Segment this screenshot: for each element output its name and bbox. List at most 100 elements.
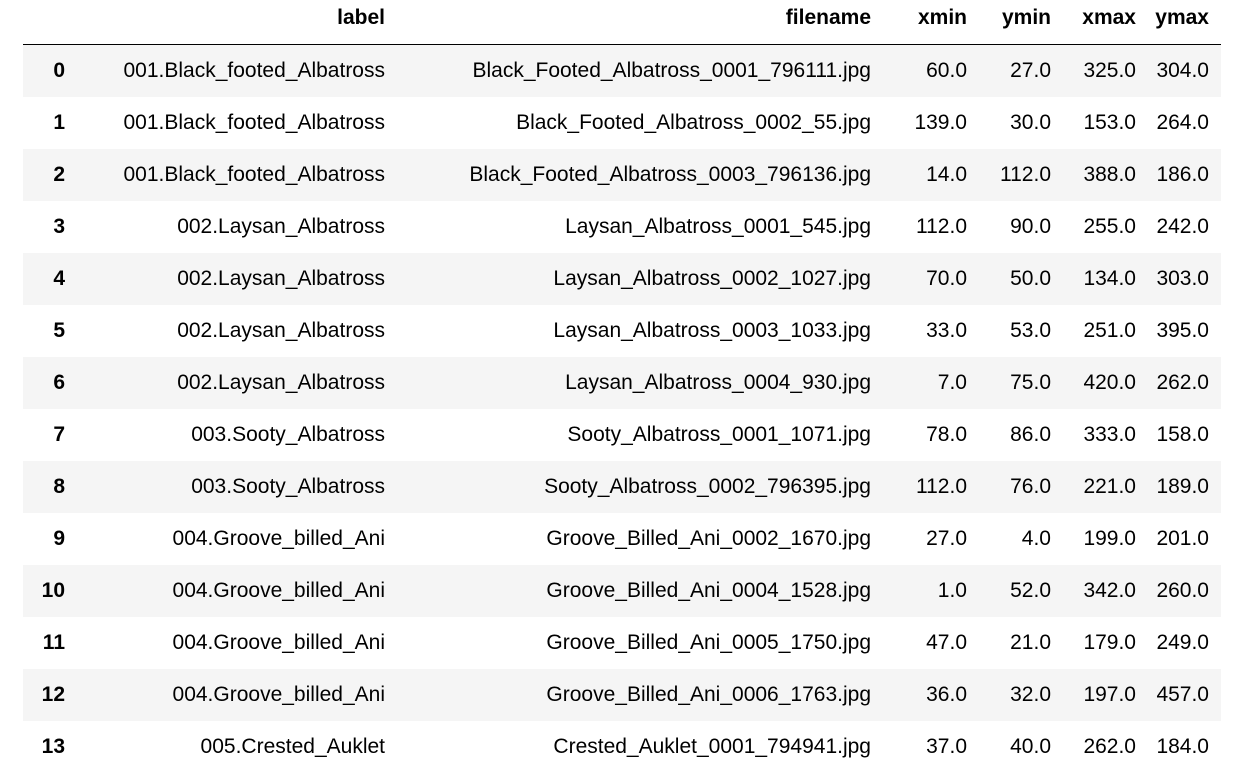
ymin-cell: 52.0: [979, 564, 1063, 617]
table-row: 11 004.Groove_billed_Ani Groove_Billed_Ani…: [23, 616, 1221, 669]
table-row: 2 001.Black_footed_Albatross Black_Footed_…: [23, 148, 1221, 201]
xmin-cell: 47.0: [883, 616, 979, 669]
dataframe-output: label filename xmin ymin xmax ymax 0 001.…: [23, 0, 1221, 773]
table-row: 4 002.Laysan_Albatross Laysan_Albatross_00…: [23, 252, 1221, 305]
filename-cell: Groove_Billed_Ani_0002_1670.jpg: [397, 512, 883, 565]
xmin-cell: 78.0: [883, 408, 979, 461]
xmax-cell: 179.0: [1063, 616, 1148, 669]
ymin-cell: 30.0: [979, 96, 1063, 149]
ymin-cell: 112.0: [979, 148, 1063, 201]
ymin-cell: 21.0: [979, 616, 1063, 669]
ymin-cell: 27.0: [979, 44, 1063, 97]
ymax-cell: 264.0: [1148, 96, 1221, 149]
label-cell: 005.Crested_Auklet: [75, 720, 397, 773]
table-row: 6 002.Laysan_Albatross Laysan_Albatross_00…: [23, 356, 1221, 409]
xmin-cell: 7.0: [883, 356, 979, 409]
filename-cell: Laysan_Albatross_0002_1027.jpg: [397, 252, 883, 305]
filename-cell: Crested_Auklet_0001_794941.jpg: [397, 720, 883, 773]
ymax-cell: 260.0: [1148, 564, 1221, 617]
filename-cell: Groove_Billed_Ani_0004_1528.jpg: [397, 564, 883, 617]
ymax-column-header: ymax: [1148, 0, 1221, 45]
xmin-cell: 33.0: [883, 304, 979, 357]
row-index: 3: [23, 200, 75, 253]
filename-cell: Laysan_Albatross_0004_930.jpg: [397, 356, 883, 409]
index-header: [23, 0, 75, 45]
row-index: 8: [23, 460, 75, 513]
xmax-cell: 251.0: [1063, 304, 1148, 357]
filename-cell: Black_Footed_Albatross_0002_55.jpg: [397, 96, 883, 149]
xmin-cell: 112.0: [883, 200, 979, 253]
label-cell: 002.Laysan_Albatross: [75, 356, 397, 409]
ymax-cell: 201.0: [1148, 512, 1221, 565]
xmax-cell: 420.0: [1063, 356, 1148, 409]
xmin-cell: 1.0: [883, 564, 979, 617]
label-cell: 001.Black_footed_Albatross: [75, 96, 397, 149]
filename-column-header: filename: [397, 0, 883, 45]
row-index: 12: [23, 668, 75, 721]
ymax-cell: 242.0: [1148, 200, 1221, 253]
xmax-cell: 342.0: [1063, 564, 1148, 617]
xmin-cell: 27.0: [883, 512, 979, 565]
ymax-cell: 189.0: [1148, 460, 1221, 513]
label-cell: 004.Groove_billed_Ani: [75, 616, 397, 669]
ymin-cell: 50.0: [979, 252, 1063, 305]
label-cell: 002.Laysan_Albatross: [75, 200, 397, 253]
xmin-cell: 14.0: [883, 148, 979, 201]
label-column-header: label: [75, 0, 397, 45]
row-index: 1: [23, 96, 75, 149]
header-row: label filename xmin ymin xmax ymax: [23, 0, 1221, 45]
dataframe-table: label filename xmin ymin xmax ymax 0 001.…: [23, 0, 1221, 773]
ymax-cell: 303.0: [1148, 252, 1221, 305]
filename-cell: Groove_Billed_Ani_0006_1763.jpg: [397, 668, 883, 721]
table-row: 10 004.Groove_billed_Ani Groove_Billed_Ani…: [23, 564, 1221, 617]
label-cell: 003.Sooty_Albatross: [75, 460, 397, 513]
xmax-cell: 199.0: [1063, 512, 1148, 565]
ymin-cell: 40.0: [979, 720, 1063, 773]
xmax-cell: 134.0: [1063, 252, 1148, 305]
ymin-cell: 86.0: [979, 408, 1063, 461]
label-cell: 004.Groove_billed_Ani: [75, 564, 397, 617]
row-index: 2: [23, 148, 75, 201]
xmin-cell: 37.0: [883, 720, 979, 773]
ymax-cell: 304.0: [1148, 44, 1221, 97]
row-index: 13: [23, 720, 75, 773]
table-row: 8 003.Sooty_Albatross Sooty_Albatross_0002…: [23, 460, 1221, 513]
xmin-cell: 36.0: [883, 668, 979, 721]
filename-cell: Black_Footed_Albatross_0001_796111.jpg: [397, 44, 883, 97]
xmax-cell: 153.0: [1063, 96, 1148, 149]
xmin-cell: 139.0: [883, 96, 979, 149]
ymin-cell: 90.0: [979, 200, 1063, 253]
row-index: 11: [23, 616, 75, 669]
table-body: 0 001.Black_footed_Albatross Black_Footed_…: [23, 44, 1221, 773]
table-row: 9 004.Groove_billed_Ani Groove_Billed_Ani_…: [23, 512, 1221, 565]
row-index: 9: [23, 512, 75, 565]
label-cell: 004.Groove_billed_Ani: [75, 668, 397, 721]
xmin-column-header: xmin: [883, 0, 979, 45]
filename-cell: Laysan_Albatross_0003_1033.jpg: [397, 304, 883, 357]
ymin-cell: 53.0: [979, 304, 1063, 357]
row-index: 10: [23, 564, 75, 617]
label-cell: 004.Groove_billed_Ani: [75, 512, 397, 565]
ymax-cell: 249.0: [1148, 616, 1221, 669]
row-index: 0: [23, 44, 75, 97]
ymax-cell: 262.0: [1148, 356, 1221, 409]
filename-cell: Laysan_Albatross_0001_545.jpg: [397, 200, 883, 253]
filename-cell: Groove_Billed_Ani_0005_1750.jpg: [397, 616, 883, 669]
xmax-cell: 197.0: [1063, 668, 1148, 721]
xmin-cell: 70.0: [883, 252, 979, 305]
table-row: 5 002.Laysan_Albatross Laysan_Albatross_00…: [23, 304, 1221, 357]
xmax-cell: 221.0: [1063, 460, 1148, 513]
ymax-cell: 184.0: [1148, 720, 1221, 773]
xmax-cell: 388.0: [1063, 148, 1148, 201]
table-row: 13 005.Crested_Auklet Crested_Auklet_0001_…: [23, 720, 1221, 773]
xmax-cell: 262.0: [1063, 720, 1148, 773]
table-row: 1 001.Black_footed_Albatross Black_Footed_…: [23, 96, 1221, 149]
row-index: 7: [23, 408, 75, 461]
ymax-cell: 457.0: [1148, 668, 1221, 721]
xmin-cell: 60.0: [883, 44, 979, 97]
label-cell: 001.Black_footed_Albatross: [75, 44, 397, 97]
filename-cell: Sooty_Albatross_0002_796395.jpg: [397, 460, 883, 513]
table-row: 7 003.Sooty_Albatross Sooty_Albatross_0001…: [23, 408, 1221, 461]
row-index: 5: [23, 304, 75, 357]
row-index: 4: [23, 252, 75, 305]
